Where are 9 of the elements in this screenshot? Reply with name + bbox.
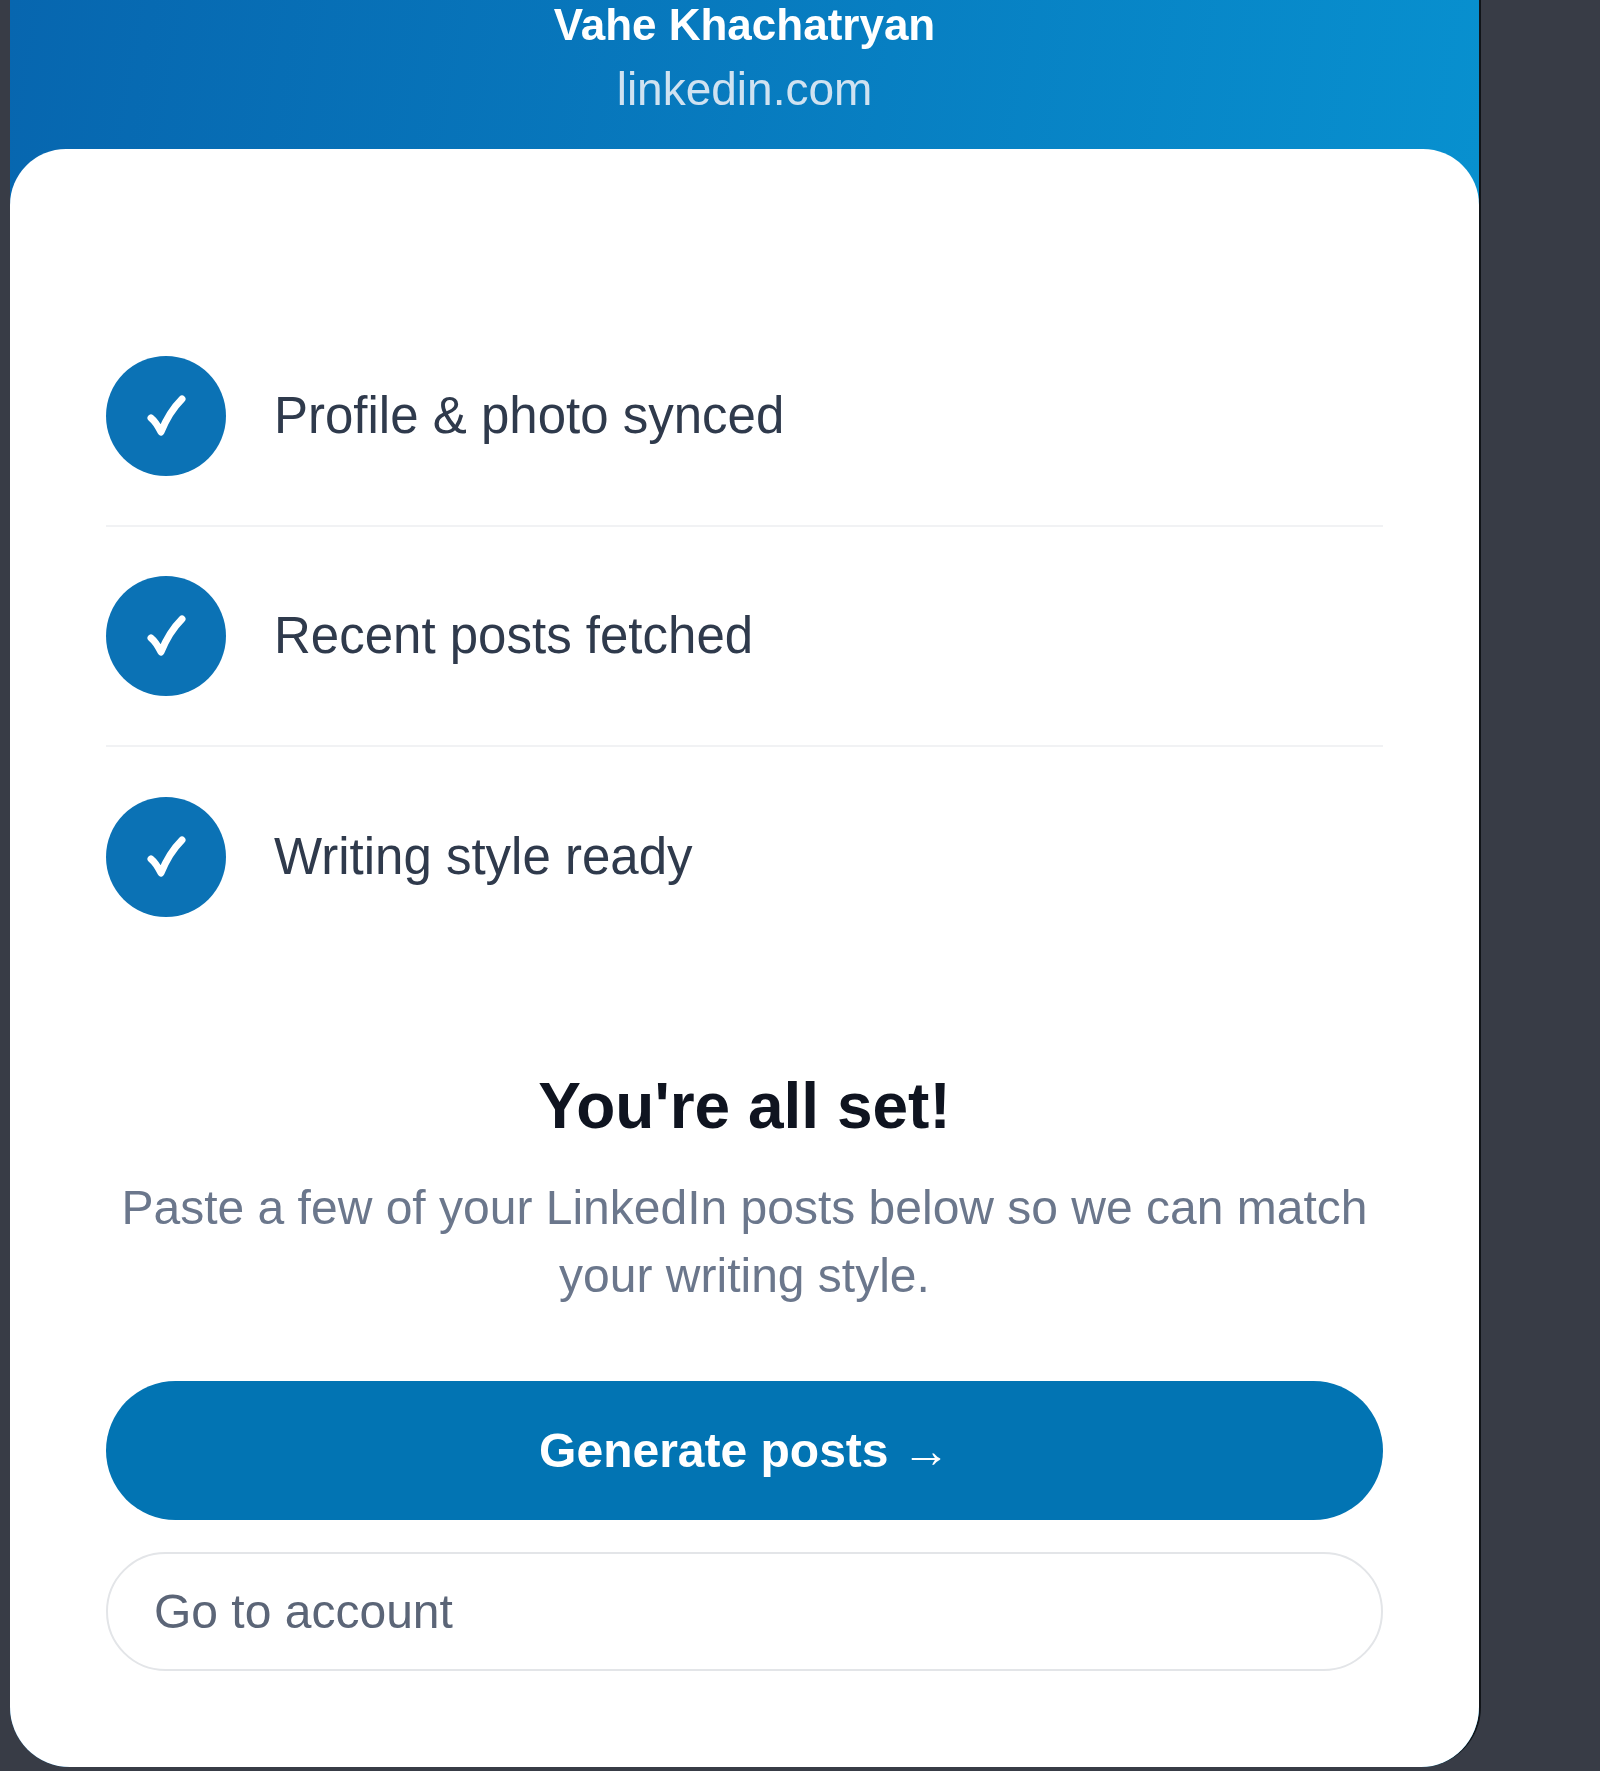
step-label: Recent posts fetched [274,605,754,666]
generate-button[interactable]: Generate posts → [106,1381,1383,1520]
source-domain: linkedin.com [616,64,873,114]
instruction-text: Paste a few of your LinkedIn posts below so we can match your writing style. [120,1180,1369,1304]
step-label: Writing style ready [274,826,693,887]
step-label: Profile & photo synced [274,385,785,446]
success-title: You're all set! [537,1070,952,1142]
profile-name: Vahe Khachatryan [553,2,936,48]
account-button[interactable]: Go to account [106,1552,1383,1671]
